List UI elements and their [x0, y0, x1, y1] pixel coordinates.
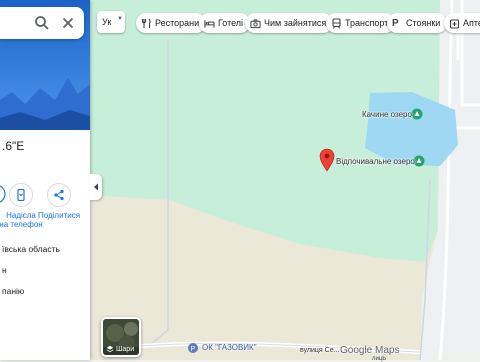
lake-label: Качине озеро	[362, 110, 412, 119]
chip-transit-label: Транспорт	[345, 18, 389, 28]
chip-hotels-label: Готелі	[218, 18, 244, 28]
language-selector[interactable]: Ук ▼	[97, 11, 125, 33]
chip-restaurants-label: Ресторани	[155, 18, 200, 28]
send-to-phone-circle	[9, 183, 33, 207]
google-maps-logo: Google Maps	[340, 345, 400, 356]
search-icon[interactable]	[34, 15, 50, 31]
bed-icon	[204, 18, 215, 29]
transit-icon	[331, 17, 342, 29]
pharmacy-icon	[449, 18, 460, 29]
share-icon	[54, 189, 64, 201]
chip-pharmacies[interactable]: Аптек	[444, 13, 480, 33]
chip-restaurants[interactable]: Ресторани	[136, 13, 207, 33]
bus-stop-label: ОК "ГАЗОВИК"	[202, 343, 257, 352]
share-label: Поділитися	[37, 211, 81, 220]
chip-things-to-do[interactable]: Чим зайнятися	[245, 13, 334, 33]
pin-poi-marker[interactable]	[413, 155, 425, 167]
close-icon[interactable]	[60, 15, 76, 31]
share-circle	[47, 183, 71, 207]
layers-icon	[106, 345, 114, 353]
chip-parking[interactable]: P Стоянки	[387, 13, 448, 33]
share-button[interactable]: Поділитися	[36, 183, 82, 220]
collapse-panel-button[interactable]	[90, 174, 102, 200]
chip-hotels[interactable]: Готелі	[199, 13, 251, 33]
layers-label-wrap: Шари	[106, 345, 134, 353]
street-label: вулиця Се...	[300, 347, 340, 354]
bus-stop-icon[interactable]: P	[188, 343, 198, 353]
chip-things-to-do-label: Чим зайнятися	[264, 18, 327, 28]
search-box[interactable]	[0, 7, 84, 39]
pin-place-label: Відпочивальне озеро	[336, 157, 415, 166]
directions-icon[interactable]	[0, 185, 6, 203]
layers-button[interactable]: Шари	[101, 317, 141, 357]
camera-icon	[250, 18, 261, 29]
info-row-code: н	[2, 265, 7, 275]
info-row-company[interactable]: панію	[2, 286, 24, 296]
parking-icon: P	[392, 17, 399, 29]
caret-down-icon: ▼	[117, 16, 123, 22]
layers-text: Шари	[116, 345, 135, 353]
side-panel: .6"E Надісла на телефон Поділитися ївськ…	[0, 0, 90, 360]
fork-knife-icon	[141, 18, 152, 29]
coordinates-text: .6"E	[2, 139, 25, 153]
chip-parking-label: Стоянки	[406, 18, 441, 28]
phone-icon	[17, 189, 25, 201]
chevron-left-icon	[94, 183, 98, 191]
chip-pharmacies-label: Аптек	[463, 18, 480, 28]
chip-transit[interactable]: Транспорт	[326, 13, 396, 33]
street-label-2: лицЬ	[372, 356, 387, 362]
lake-poi-marker[interactable]	[411, 108, 423, 120]
language-label: Ук	[102, 17, 112, 27]
info-row-region: ївська область	[2, 244, 60, 254]
svg-text:P: P	[191, 346, 196, 353]
